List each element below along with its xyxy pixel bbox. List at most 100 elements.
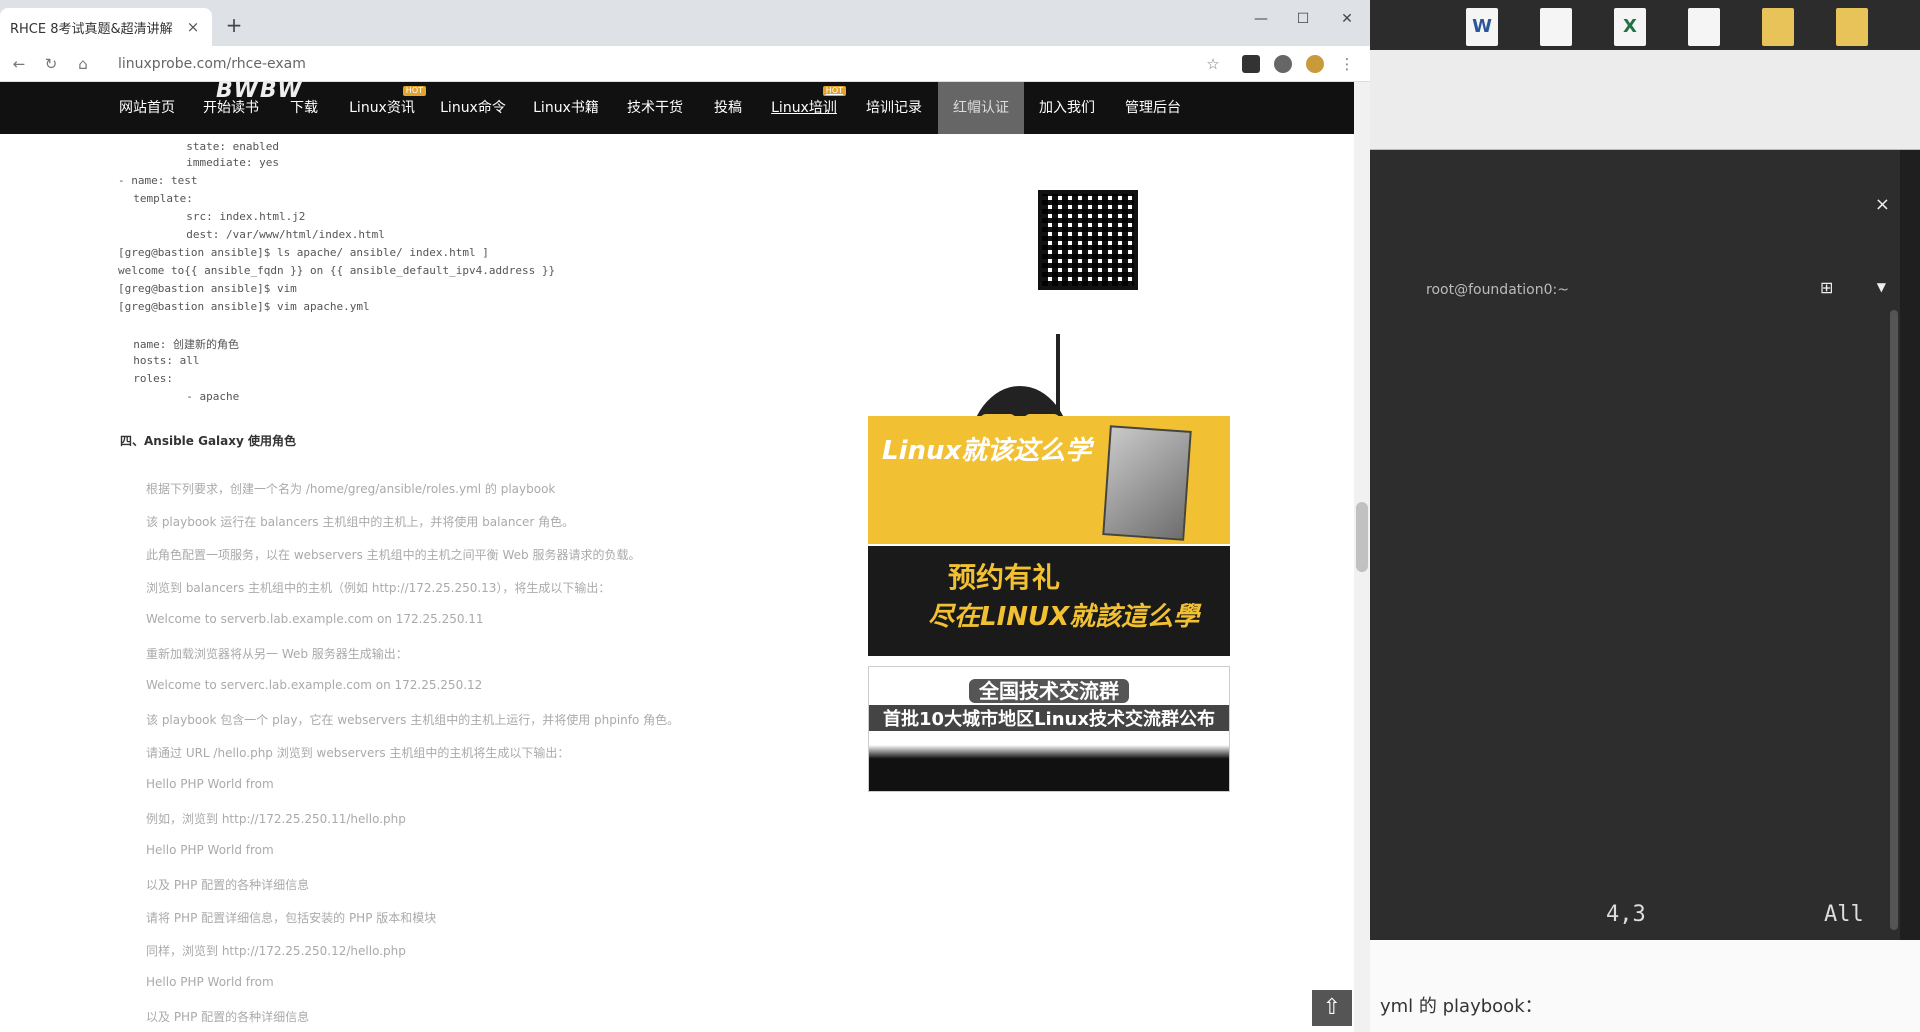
back-icon[interactable]: ←: [8, 53, 30, 75]
site-navigation: BWBW 网站首页 开始读书 下载 Linux资讯 HOT Linux命令 Lin…: [0, 78, 1354, 134]
code-line: - apache: [120, 390, 240, 403]
code-line: immediate: yes: [120, 156, 279, 169]
app-panel: [1370, 50, 1920, 150]
paragraph: 以及 PHP 配置的各种详细信息: [146, 1010, 310, 1024]
ad-subtitle: 尽在LINUX就該這么學: [928, 602, 1200, 632]
nav-training-records[interactable]: 培训记录: [860, 82, 928, 134]
extensions-puzzle-icon[interactable]: [1274, 55, 1292, 73]
word-file-icon[interactable]: W: [1466, 8, 1498, 46]
book-cover-image: [1102, 425, 1192, 541]
tab-title: RHCE 8考试真题&超清讲解: [10, 21, 173, 37]
code-line: state: enabled: [120, 140, 279, 153]
paragraph: 该 playbook 运行在 balancers 主机组中的主机上，并将使用 b…: [146, 515, 575, 529]
browser-window: RHCE 8考试真题&超清讲解 × + — ☐ ✕ ← ↻ ⌂ linuxpro…: [0, 0, 1370, 1032]
tab-strip: RHCE 8考试真题&超清讲解 × + — ☐ ✕: [0, 0, 1370, 46]
code-line: [greg@bastion ansible]$ ls apache/ ansib…: [118, 246, 489, 259]
folder-icon[interactable]: [1836, 8, 1868, 46]
ad-title: Linux就该这么学: [882, 436, 1092, 466]
code-line: roles:: [120, 372, 173, 385]
code-line: name: 创建新的角色: [120, 338, 239, 351]
nav-tech[interactable]: 技术干货: [622, 82, 688, 134]
terminal-scrollbar[interactable]: [1890, 310, 1898, 930]
code-line: src: index.html.j2: [120, 210, 306, 223]
new-tab-button[interactable]: +: [222, 14, 246, 38]
article-content: state: enabled immediate: yes - name: te…: [0, 134, 1354, 1032]
code-line: template:: [120, 192, 193, 205]
terminal-title: root@foundation0:~: [1426, 282, 1569, 298]
extension-icon[interactable]: [1242, 55, 1260, 73]
paragraph: Hello PHP World from: [146, 975, 274, 989]
menu-kebab-icon[interactable]: ⋮: [1336, 53, 1358, 75]
file-icon[interactable]: [1540, 8, 1572, 46]
bookmark-star-icon[interactable]: ☆: [1202, 53, 1224, 75]
community-ad-banner[interactable]: 全国技术交流群 首批10大城市地区Linux技术交流群公布: [868, 666, 1230, 792]
code-line: [greg@bastion ansible]$ vim: [118, 282, 297, 295]
nav-admin[interactable]: 管理后台: [1118, 82, 1188, 134]
paragraph: Hello PHP World from: [146, 843, 274, 857]
scroll-position-label: All: [1824, 902, 1864, 927]
maximize-button[interactable]: ☐: [1280, 6, 1326, 32]
crowd-image: [869, 745, 1229, 791]
profile-avatar[interactable]: [1306, 55, 1324, 73]
paragraph: 该 playbook 包含一个 play，它在 webservers 主机组中的…: [146, 713, 680, 727]
paragraph: Welcome to serverc.lab.example.com on 17…: [146, 678, 483, 692]
close-window-button[interactable]: ✕: [1324, 6, 1370, 32]
file-icon[interactable]: [1688, 8, 1720, 46]
reload-icon[interactable]: ↻: [40, 53, 62, 75]
nav-linux-training[interactable]: Linux培训 HOT: [768, 82, 846, 134]
code-line: welcome to{{ ansible_fqdn }} on {{ ansib…: [118, 264, 556, 277]
paragraph: Hello PHP World from: [146, 777, 274, 791]
cursor-position: 4,3: [1606, 902, 1646, 927]
minimize-button[interactable]: —: [1238, 6, 1284, 32]
folder-icon[interactable]: [1762, 8, 1794, 46]
paragraph: Welcome to serverb.lab.example.com on 17…: [146, 612, 484, 626]
code-line: - name: test: [118, 174, 198, 187]
scroll-thumb[interactable]: [1356, 502, 1368, 572]
chevron-down-icon[interactable]: ▼: [1877, 280, 1886, 294]
paragraph: 重新加载浏览器将从另一 Web 服务器生成输出：: [146, 647, 408, 661]
paragraph: 例如，浏览到 http://172.25.250.11/hello.php: [146, 812, 406, 826]
nav-linux-books[interactable]: Linux书籍: [530, 82, 602, 134]
back-to-top-button[interactable]: ⇧: [1312, 990, 1352, 1026]
ad-title: 全国技术交流群: [869, 675, 1229, 704]
paragraph: 根据下列要求，创建一个名为 /home/greg/ansible/roles.y…: [146, 482, 556, 496]
terminal-window[interactable]: × root@foundation0:~ ⊞ ▼ 4,3 All: [1370, 150, 1900, 940]
ad-title: 预约有礼: [948, 561, 1061, 594]
background-document: yml 的 playbook：: [1370, 940, 1920, 1032]
paragraph: 请将 PHP 配置详细信息，包括安装的 PHP 版本和模块: [146, 911, 437, 925]
hot-badge: HOT: [402, 86, 426, 96]
code-line: [greg@bastion ansible]$ vim apache.yml: [118, 300, 370, 313]
nav-linux-commands[interactable]: Linux命令: [438, 82, 508, 134]
nav-join-us[interactable]: 加入我们: [1032, 82, 1102, 134]
nav-submit[interactable]: 投稿: [708, 82, 748, 134]
hot-badge: HOT: [822, 86, 846, 96]
close-icon[interactable]: ×: [1875, 194, 1890, 215]
paragraph: 同样，浏览到 http://172.25.250.12/hello.php: [146, 944, 406, 958]
browser-toolbar: ← ↻ ⌂ linuxprobe.com/rhce-exam ☆ ⋮: [0, 46, 1370, 82]
paragraph: 请通过 URL /hello.php 浏览到 webservers 主机组中的主…: [146, 746, 570, 760]
paragraph: 此角色配置一项服务，以在 webservers 主机组中的主机之间平衡 Web …: [146, 548, 641, 562]
nav-read[interactable]: 开始读书: [196, 82, 266, 134]
excel-file-icon[interactable]: X: [1614, 8, 1646, 46]
paragraph: 以及 PHP 配置的各种详细信息: [146, 878, 310, 892]
screen: RHCE 8考试真题&超清讲解 × + — ☐ ✕ ← ↻ ⌂ linuxpro…: [0, 0, 1920, 1032]
desktop-icons-strip: W X: [1370, 0, 1920, 50]
document-text: yml 的 playbook：: [1380, 996, 1543, 1017]
section-title: 四、Ansible Galaxy 使用角色: [120, 434, 297, 448]
nav-redhat-cert[interactable]: 红帽认证: [938, 82, 1024, 134]
code-line: hosts: all: [120, 354, 200, 367]
paragraph: 浏览到 balancers 主机组中的主机（例如 http://172.25.2…: [146, 581, 611, 595]
browser-tab[interactable]: RHCE 8考试真题&超清讲解 ×: [0, 8, 212, 46]
address-bar[interactable]: linuxprobe.com/rhce-exam: [110, 51, 1190, 77]
new-tab-icon[interactable]: ⊞: [1820, 278, 1840, 298]
nav-download[interactable]: 下载: [284, 82, 324, 134]
ad-subtitle: 首批10大城市地区Linux技术交流群公布: [869, 705, 1229, 731]
home-icon[interactable]: ⌂: [72, 53, 94, 75]
book-ad-banner[interactable]: Linux就该这么学: [868, 416, 1230, 544]
nav-linux-news[interactable]: Linux资讯 HOT: [344, 82, 426, 134]
nav-home[interactable]: 网站首页: [112, 82, 182, 134]
page-scrollbar[interactable]: [1354, 82, 1370, 1032]
code-line: dest: /var/www/html/index.html: [120, 228, 385, 241]
promo-ad-banner[interactable]: 预约有礼 尽在LINUX就該這么學: [868, 546, 1230, 656]
tab-close-icon[interactable]: ×: [184, 18, 202, 36]
